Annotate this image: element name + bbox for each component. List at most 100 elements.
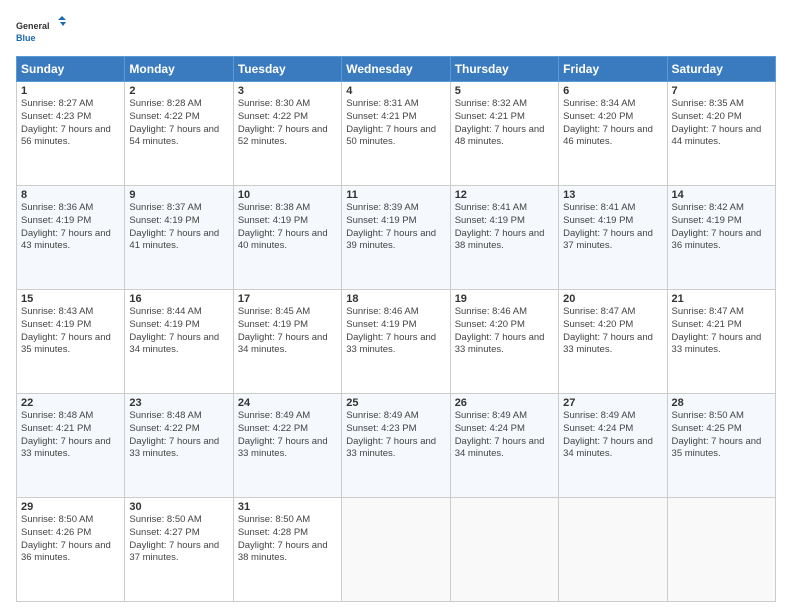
day-cell: 12Sunrise: 8:41 AMSunset: 4:19 PMDayligh…	[450, 186, 558, 290]
day-info: Sunrise: 8:44 AMSunset: 4:19 PMDaylight:…	[129, 306, 219, 355]
day-number: 26	[455, 397, 554, 409]
day-cell	[667, 498, 775, 602]
col-header-friday: Friday	[559, 57, 667, 82]
day-number: 31	[238, 501, 337, 513]
day-number: 14	[672, 189, 771, 201]
day-info: Sunrise: 8:31 AMSunset: 4:21 PMDaylight:…	[346, 98, 436, 147]
day-cell: 13Sunrise: 8:41 AMSunset: 4:19 PMDayligh…	[559, 186, 667, 290]
svg-text:General: General	[16, 21, 50, 31]
day-info: Sunrise: 8:27 AMSunset: 4:23 PMDaylight:…	[21, 98, 111, 147]
day-cell: 22Sunrise: 8:48 AMSunset: 4:21 PMDayligh…	[17, 394, 125, 498]
day-info: Sunrise: 8:49 AMSunset: 4:24 PMDaylight:…	[455, 410, 545, 459]
day-info: Sunrise: 8:41 AMSunset: 4:19 PMDaylight:…	[455, 202, 545, 251]
day-cell: 18Sunrise: 8:46 AMSunset: 4:19 PMDayligh…	[342, 290, 450, 394]
day-number: 9	[129, 189, 228, 201]
col-header-monday: Monday	[125, 57, 233, 82]
week-row-1: 1Sunrise: 8:27 AMSunset: 4:23 PMDaylight…	[17, 82, 776, 186]
day-info: Sunrise: 8:34 AMSunset: 4:20 PMDaylight:…	[563, 98, 653, 147]
day-cell: 21Sunrise: 8:47 AMSunset: 4:21 PMDayligh…	[667, 290, 775, 394]
day-info: Sunrise: 8:50 AMSunset: 4:27 PMDaylight:…	[129, 514, 219, 563]
day-cell: 3Sunrise: 8:30 AMSunset: 4:22 PMDaylight…	[233, 82, 341, 186]
week-row-2: 8Sunrise: 8:36 AMSunset: 4:19 PMDaylight…	[17, 186, 776, 290]
svg-text:Blue: Blue	[16, 33, 36, 43]
day-info: Sunrise: 8:47 AMSunset: 4:21 PMDaylight:…	[672, 306, 762, 355]
day-cell: 6Sunrise: 8:34 AMSunset: 4:20 PMDaylight…	[559, 82, 667, 186]
day-info: Sunrise: 8:28 AMSunset: 4:22 PMDaylight:…	[129, 98, 219, 147]
day-number: 7	[672, 85, 771, 97]
day-cell: 24Sunrise: 8:49 AMSunset: 4:22 PMDayligh…	[233, 394, 341, 498]
day-info: Sunrise: 8:38 AMSunset: 4:19 PMDaylight:…	[238, 202, 328, 251]
calendar-page: General Blue SundayMondayTuesdayWednesda…	[0, 0, 792, 612]
day-cell: 11Sunrise: 8:39 AMSunset: 4:19 PMDayligh…	[342, 186, 450, 290]
day-number: 13	[563, 189, 662, 201]
col-header-wednesday: Wednesday	[342, 57, 450, 82]
day-number: 27	[563, 397, 662, 409]
day-cell: 31Sunrise: 8:50 AMSunset: 4:28 PMDayligh…	[233, 498, 341, 602]
week-row-4: 22Sunrise: 8:48 AMSunset: 4:21 PMDayligh…	[17, 394, 776, 498]
day-header-row: SundayMondayTuesdayWednesdayThursdayFrid…	[17, 57, 776, 82]
calendar-table: SundayMondayTuesdayWednesdayThursdayFrid…	[16, 56, 776, 602]
day-info: Sunrise: 8:48 AMSunset: 4:22 PMDaylight:…	[129, 410, 219, 459]
day-cell: 28Sunrise: 8:50 AMSunset: 4:25 PMDayligh…	[667, 394, 775, 498]
day-cell: 20Sunrise: 8:47 AMSunset: 4:20 PMDayligh…	[559, 290, 667, 394]
day-info: Sunrise: 8:45 AMSunset: 4:19 PMDaylight:…	[238, 306, 328, 355]
day-info: Sunrise: 8:50 AMSunset: 4:28 PMDaylight:…	[238, 514, 328, 563]
day-info: Sunrise: 8:41 AMSunset: 4:19 PMDaylight:…	[563, 202, 653, 251]
day-cell	[559, 498, 667, 602]
day-cell: 5Sunrise: 8:32 AMSunset: 4:21 PMDaylight…	[450, 82, 558, 186]
col-header-sunday: Sunday	[17, 57, 125, 82]
logo: General Blue	[16, 16, 66, 48]
day-cell: 4Sunrise: 8:31 AMSunset: 4:21 PMDaylight…	[342, 82, 450, 186]
day-cell: 9Sunrise: 8:37 AMSunset: 4:19 PMDaylight…	[125, 186, 233, 290]
day-info: Sunrise: 8:46 AMSunset: 4:19 PMDaylight:…	[346, 306, 436, 355]
day-number: 16	[129, 293, 228, 305]
day-cell: 25Sunrise: 8:49 AMSunset: 4:23 PMDayligh…	[342, 394, 450, 498]
col-header-thursday: Thursday	[450, 57, 558, 82]
day-info: Sunrise: 8:36 AMSunset: 4:19 PMDaylight:…	[21, 202, 111, 251]
day-info: Sunrise: 8:39 AMSunset: 4:19 PMDaylight:…	[346, 202, 436, 251]
header: General Blue	[16, 16, 776, 48]
day-number: 19	[455, 293, 554, 305]
day-cell: 1Sunrise: 8:27 AMSunset: 4:23 PMDaylight…	[17, 82, 125, 186]
week-row-5: 29Sunrise: 8:50 AMSunset: 4:26 PMDayligh…	[17, 498, 776, 602]
col-header-tuesday: Tuesday	[233, 57, 341, 82]
day-info: Sunrise: 8:46 AMSunset: 4:20 PMDaylight:…	[455, 306, 545, 355]
day-number: 3	[238, 85, 337, 97]
day-number: 4	[346, 85, 445, 97]
day-cell: 2Sunrise: 8:28 AMSunset: 4:22 PMDaylight…	[125, 82, 233, 186]
day-cell: 7Sunrise: 8:35 AMSunset: 4:20 PMDaylight…	[667, 82, 775, 186]
day-cell: 23Sunrise: 8:48 AMSunset: 4:22 PMDayligh…	[125, 394, 233, 498]
day-info: Sunrise: 8:47 AMSunset: 4:20 PMDaylight:…	[563, 306, 653, 355]
day-cell: 19Sunrise: 8:46 AMSunset: 4:20 PMDayligh…	[450, 290, 558, 394]
day-info: Sunrise: 8:49 AMSunset: 4:22 PMDaylight:…	[238, 410, 328, 459]
day-number: 28	[672, 397, 771, 409]
day-cell: 14Sunrise: 8:42 AMSunset: 4:19 PMDayligh…	[667, 186, 775, 290]
day-info: Sunrise: 8:35 AMSunset: 4:20 PMDaylight:…	[672, 98, 762, 147]
day-number: 11	[346, 189, 445, 201]
day-info: Sunrise: 8:32 AMSunset: 4:21 PMDaylight:…	[455, 98, 545, 147]
col-header-saturday: Saturday	[667, 57, 775, 82]
day-number: 6	[563, 85, 662, 97]
day-number: 20	[563, 293, 662, 305]
day-number: 8	[21, 189, 120, 201]
day-number: 5	[455, 85, 554, 97]
day-info: Sunrise: 8:50 AMSunset: 4:25 PMDaylight:…	[672, 410, 762, 459]
day-cell: 10Sunrise: 8:38 AMSunset: 4:19 PMDayligh…	[233, 186, 341, 290]
day-number: 29	[21, 501, 120, 513]
day-cell: 27Sunrise: 8:49 AMSunset: 4:24 PMDayligh…	[559, 394, 667, 498]
day-cell	[342, 498, 450, 602]
day-number: 18	[346, 293, 445, 305]
day-cell: 29Sunrise: 8:50 AMSunset: 4:26 PMDayligh…	[17, 498, 125, 602]
day-number: 17	[238, 293, 337, 305]
week-row-3: 15Sunrise: 8:43 AMSunset: 4:19 PMDayligh…	[17, 290, 776, 394]
day-info: Sunrise: 8:48 AMSunset: 4:21 PMDaylight:…	[21, 410, 111, 459]
day-info: Sunrise: 8:30 AMSunset: 4:22 PMDaylight:…	[238, 98, 328, 147]
day-info: Sunrise: 8:50 AMSunset: 4:26 PMDaylight:…	[21, 514, 111, 563]
day-number: 25	[346, 397, 445, 409]
day-number: 1	[21, 85, 120, 97]
day-number: 23	[129, 397, 228, 409]
day-cell	[450, 498, 558, 602]
day-number: 24	[238, 397, 337, 409]
day-info: Sunrise: 8:37 AMSunset: 4:19 PMDaylight:…	[129, 202, 219, 251]
day-number: 30	[129, 501, 228, 513]
